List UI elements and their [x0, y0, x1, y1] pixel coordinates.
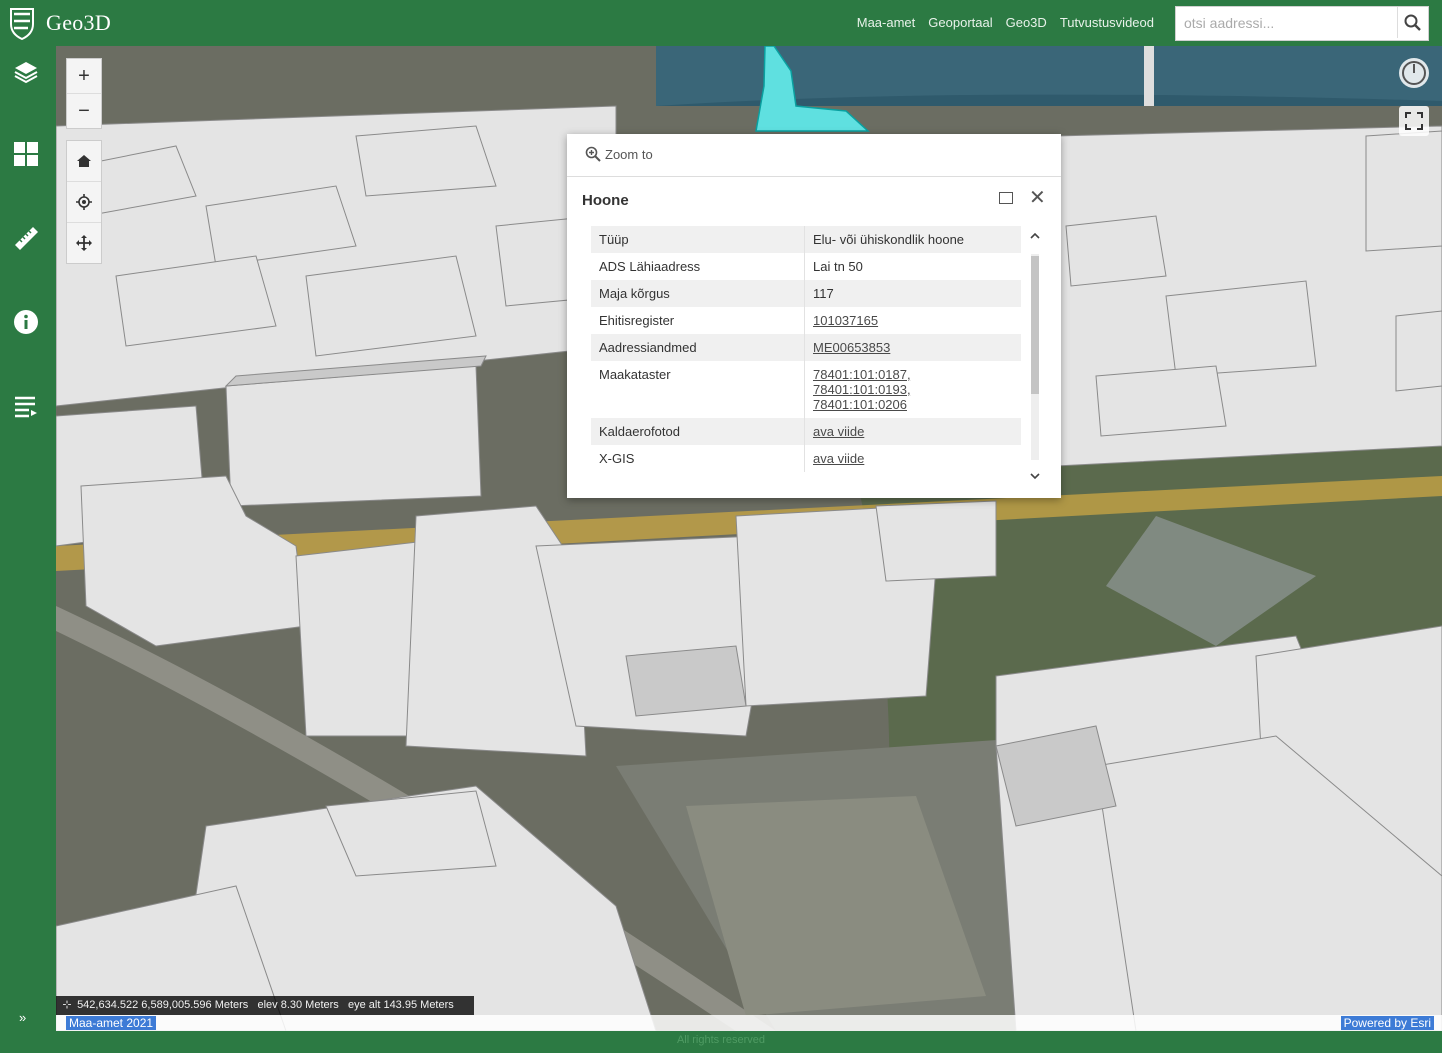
attribute-key: X-GIS	[591, 445, 805, 472]
xy-coordinates: 542,634.522 6,589,005.596 Meters	[77, 999, 249, 1011]
scroll-up-icon[interactable]	[1029, 230, 1041, 242]
top-bar: Geo3D Maa-amet Geoportaal Geo3D Tutvustu…	[0, 0, 1442, 46]
pan-move-icon	[76, 235, 92, 251]
attribute-key: ADS Lähiaadress	[591, 253, 805, 280]
nav-link-geoportaal[interactable]: Geoportaal	[928, 15, 992, 30]
top-nav-links: Maa-amet Geoportaal Geo3D Tutvustusvideo…	[857, 15, 1154, 30]
navigation-control	[66, 140, 102, 264]
table-row: ADS Lähiaadress Lai tn 50	[591, 253, 1021, 280]
attribution-bar: Maa-amet 2021 Powered by Esri	[56, 1015, 1442, 1031]
attribute-key: Aadressiandmed	[591, 334, 805, 361]
info-button[interactable]	[10, 306, 42, 338]
fullscreen-icon	[1405, 112, 1423, 130]
pan-button[interactable]	[67, 223, 101, 263]
attribute-table: Tüüp Elu- või ühiskondlik hoone ADS Lähi…	[591, 226, 1021, 488]
zoom-control: + −	[66, 58, 102, 129]
nav-link-geo3d[interactable]: Geo3D	[1006, 15, 1047, 30]
expand-sidebar-icon[interactable]: »	[19, 1010, 26, 1025]
compass-icon	[1402, 61, 1426, 85]
legend-list-icon	[15, 396, 37, 418]
zoom-out-button[interactable]: −	[67, 94, 101, 128]
locate-crosshair-icon	[76, 194, 92, 210]
compass-button[interactable]	[1399, 58, 1429, 88]
layers-icon	[14, 62, 38, 84]
attribute-key: Ehitisregister	[591, 307, 805, 334]
table-row: Ehitisregister 101037165	[591, 307, 1021, 334]
nav-link-maa-amet[interactable]: Maa-amet	[857, 15, 916, 30]
zoom-to-button[interactable]: Zoom to	[585, 146, 653, 162]
coordinate-toggle-icon[interactable]: ⊹	[60, 996, 74, 1015]
elevation-value: elev 8.30 Meters	[257, 999, 339, 1011]
coordinate-readout: ⊹ 542,634.522 6,589,005.596 Meters elev …	[56, 996, 474, 1015]
attribution-left[interactable]: Maa-amet 2021	[66, 1016, 157, 1030]
popup-title: Hoone	[582, 192, 629, 209]
measure-ruler-icon	[15, 227, 38, 250]
fullscreen-button[interactable]	[1399, 106, 1429, 136]
x-gis-link[interactable]: ava viide	[813, 451, 1013, 466]
maakataster-link[interactable]: 78401:101:0187,	[813, 367, 1013, 382]
maakataster-link[interactable]: 78401:101:0206	[813, 397, 1013, 412]
maakataster-link[interactable]: 78401:101:0193,	[813, 382, 1013, 397]
attribute-key: Tüüp	[591, 226, 805, 253]
search-icon	[1404, 14, 1421, 31]
scrollbar-thumb[interactable]	[1031, 256, 1039, 394]
attribute-value: Elu- või ühiskondlik hoone	[813, 232, 965, 247]
info-icon	[14, 310, 38, 334]
footer-text: All rights reserved	[676, 1034, 766, 1046]
table-row: Maja kõrgus 117	[591, 280, 1021, 307]
home-icon	[77, 155, 91, 167]
close-icon[interactable]: ✕	[1029, 188, 1046, 208]
table-row: Tüüp Elu- või ühiskondlik hoone	[591, 226, 1021, 253]
address-search	[1175, 6, 1429, 41]
attribute-key: Maakataster	[591, 361, 805, 418]
basemap-grid-icon	[14, 142, 38, 166]
measure-button[interactable]	[10, 222, 42, 254]
scroll-down-icon[interactable]	[1029, 470, 1041, 482]
locate-button[interactable]	[67, 182, 101, 223]
app-title: Geo3D	[46, 10, 112, 35]
attribute-value: Lai tn 50	[813, 259, 863, 274]
eye-altitude-value: eye alt 143.95 Meters	[347, 999, 454, 1011]
zoom-in-button[interactable]: +	[67, 59, 101, 94]
dock-icon[interactable]	[999, 192, 1013, 204]
feature-popup: Zoom to Hoone ✕ Tüüp Elu- või ühiskondli…	[567, 134, 1061, 498]
zoom-to-label: Zoom to	[605, 146, 653, 162]
table-row: X-GIS ava viide	[591, 445, 1021, 472]
layers-button[interactable]	[10, 56, 42, 88]
zoom-to-icon	[585, 146, 601, 162]
attribute-key: Kaldaerofotod	[591, 418, 805, 445]
popup-scrollbar[interactable]	[1029, 226, 1041, 488]
left-sidebar: »	[0, 46, 56, 1053]
table-row: Kaldaerofotod ava viide	[591, 418, 1021, 445]
table-row: Maakataster 78401:101:0187, 78401:101:01…	[591, 361, 1021, 418]
popup-separator	[567, 176, 1061, 177]
legend-button[interactable]	[10, 390, 42, 422]
attribute-key: Maja kõrgus	[591, 280, 805, 307]
address-search-input[interactable]	[1176, 7, 1404, 38]
search-button[interactable]	[1397, 7, 1428, 38]
table-row: Aadressiandmed ME00653853	[591, 334, 1021, 361]
ehitisregister-link[interactable]: 101037165	[813, 313, 1013, 328]
home-button[interactable]	[67, 141, 101, 182]
aadressiandmed-link[interactable]: ME00653853	[813, 340, 1013, 355]
estonia-coat-of-arms-logo	[10, 8, 34, 40]
attribution-esri[interactable]: Powered by Esri	[1340, 1016, 1434, 1030]
nav-link-tutvustusvideod[interactable]: Tutvustusvideod	[1060, 15, 1154, 30]
attribute-value: 117	[813, 286, 834, 301]
kaldaerofotod-link[interactable]: ava viide	[813, 424, 1013, 439]
basemap-button[interactable]	[10, 138, 42, 170]
